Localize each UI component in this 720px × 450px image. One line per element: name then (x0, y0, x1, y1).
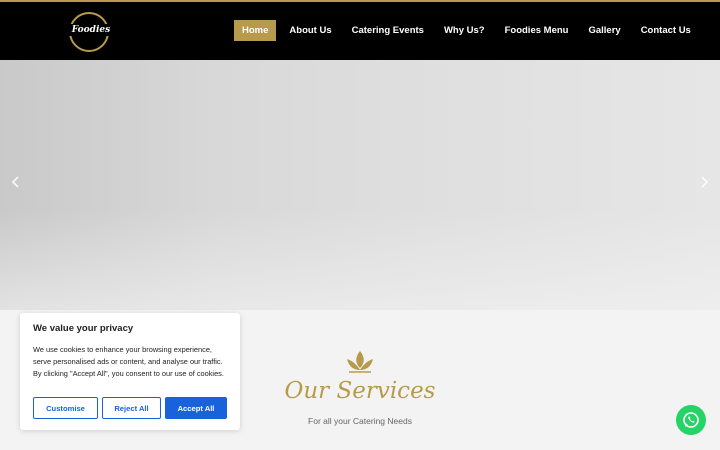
hero-slider (0, 60, 720, 310)
site-header: Foodies Home About Us Catering Events Wh… (0, 2, 720, 60)
main-nav: Home About Us Catering Events Why Us? Fo… (234, 20, 701, 41)
nav-gallery[interactable]: Gallery (578, 20, 630, 41)
whatsapp-icon (683, 412, 699, 428)
nav-catering-events[interactable]: Catering Events (342, 20, 434, 41)
nav-contact-us[interactable]: Contact Us (631, 20, 701, 41)
logo-text: Foodies (68, 24, 114, 36)
whatsapp-chat-button[interactable] (676, 405, 706, 435)
nav-foodies-menu[interactable]: Foodies Menu (495, 20, 579, 41)
chevron-left-icon[interactable] (9, 175, 23, 189)
customise-button[interactable]: Customise (33, 397, 98, 419)
cookie-consent-banner: We value your privacy We use cookies to … (20, 313, 240, 430)
cookie-text: We use cookies to enhance your browsing … (33, 345, 224, 378)
services-title: Our Services (284, 378, 436, 404)
accept-all-button[interactable]: Accept All (165, 397, 227, 419)
site-logo[interactable]: Foodies (68, 12, 114, 52)
cookie-buttons: Customise Reject All Accept All (33, 397, 227, 419)
reject-all-button[interactable]: Reject All (102, 397, 161, 419)
nav-home[interactable]: Home (234, 20, 277, 41)
cookie-title: We value your privacy (33, 323, 134, 334)
nav-about-us[interactable]: About Us (279, 20, 341, 41)
services-subtitle: For all your Catering Needs (308, 416, 412, 426)
nav-why-us[interactable]: Why Us? (434, 20, 495, 41)
chevron-right-icon[interactable] (697, 175, 711, 189)
lotus-icon (347, 351, 373, 373)
